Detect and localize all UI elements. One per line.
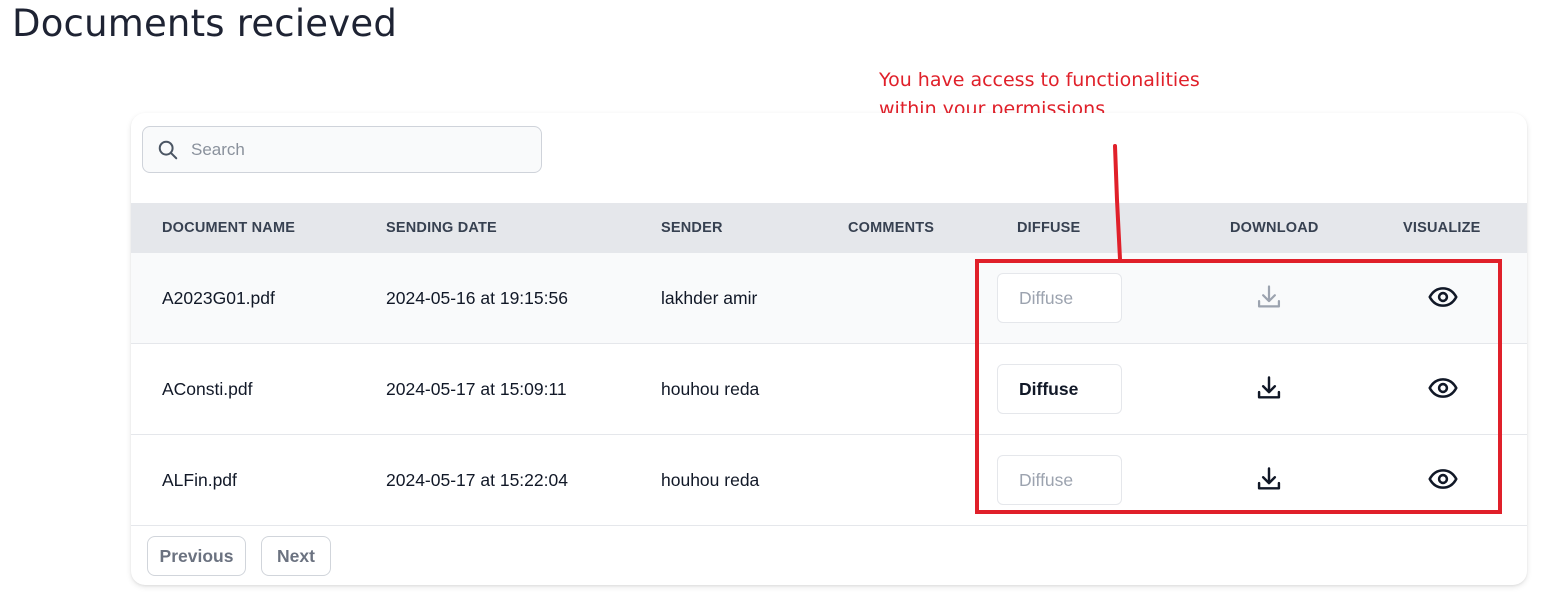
cell-document-name: ALFin.pdf <box>162 470 237 490</box>
header-download[interactable]: DOWNLOAD <box>1230 203 1319 253</box>
search-icon <box>158 140 178 160</box>
cell-sender: lakhder amir <box>661 288 758 308</box>
header-document-name[interactable]: DOCUMENT NAME <box>162 203 295 253</box>
cell-document-name: A2023G01.pdf <box>162 288 275 308</box>
header-sending-date[interactable]: SENDING DATE <box>386 203 497 253</box>
search-input[interactable] <box>191 128 531 171</box>
cell-sending-date: 2024-05-16 at 19:15:56 <box>386 288 568 308</box>
header-visualize[interactable]: VISUALIZE <box>1403 203 1481 253</box>
cell-document-name: AConsti.pdf <box>162 379 253 399</box>
table-header: DOCUMENT NAME SENDING DATE SENDER COMMEN… <box>131 203 1527 253</box>
cell-sender: houhou reda <box>661 470 760 490</box>
cell-sender: houhou reda <box>661 379 760 399</box>
next-button[interactable]: Next <box>261 536 331 576</box>
header-diffuse[interactable]: DIFFUSE <box>1017 203 1080 253</box>
cell-sending-date: 2024-05-17 at 15:22:04 <box>386 470 568 490</box>
page-title: Documents recieved <box>12 2 398 45</box>
annotation-highlight-box <box>975 259 1502 514</box>
header-comments[interactable]: COMMENTS <box>848 203 934 253</box>
header-sender[interactable]: SENDER <box>661 203 723 253</box>
search-box[interactable] <box>142 126 542 173</box>
previous-button[interactable]: Previous <box>147 536 246 576</box>
annotation-line-1: You have access to functionalities <box>879 69 1200 91</box>
cell-sending-date: 2024-05-17 at 15:09:11 <box>386 379 567 399</box>
